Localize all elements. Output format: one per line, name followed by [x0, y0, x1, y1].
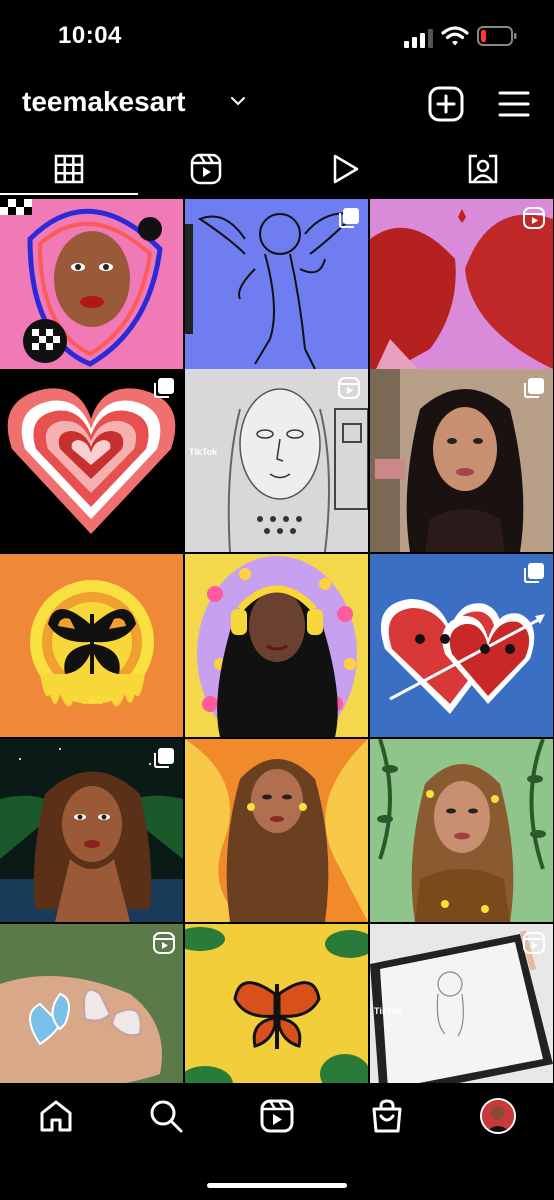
artwork-woman-long-hair — [185, 739, 368, 922]
battery-icon — [477, 26, 517, 46]
shop-icon[interactable] — [369, 1098, 405, 1134]
carousel-icon — [154, 748, 174, 768]
post-thumbnail[interactable] — [0, 739, 183, 922]
grid-icon[interactable] — [52, 152, 86, 186]
reels-icon — [153, 932, 175, 954]
post-thumbnail[interactable] — [185, 739, 368, 922]
signal-icon — [404, 29, 433, 48]
artwork-woman-vines — [370, 739, 553, 922]
tagged-icon[interactable] — [466, 152, 500, 186]
account-switcher[interactable]: teemakesart — [22, 86, 185, 118]
avatar-image — [482, 1100, 514, 1132]
post-thumbnail[interactable] — [370, 369, 553, 552]
post-thumbnail[interactable] — [185, 924, 368, 1083]
carousel-icon — [154, 378, 174, 398]
reels-icon — [523, 932, 545, 954]
profile-avatar[interactable] — [480, 1098, 516, 1134]
reels-icon — [523, 207, 545, 229]
video-play-icon[interactable] — [328, 152, 362, 186]
artwork-monarch-butterfly — [185, 924, 368, 1083]
wifi-icon — [441, 26, 469, 46]
home-indicator — [207, 1183, 347, 1188]
artwork-butterfly-sun — [0, 554, 183, 737]
post-thumbnail[interactable] — [0, 554, 183, 737]
tiktok-watermark: TikTok — [374, 1006, 403, 1016]
tiktok-watermark: TikTok — [189, 447, 218, 457]
home-icon[interactable] — [38, 1098, 74, 1134]
post-thumbnail[interactable] — [185, 199, 368, 382]
active-tab-indicator — [0, 193, 138, 195]
carousel-icon — [524, 563, 544, 583]
post-thumbnail[interactable] — [370, 554, 553, 737]
reels-icon[interactable] — [189, 152, 223, 186]
post-grid: TikTok TikTok — [0, 199, 554, 1083]
post-thumbnail[interactable] — [370, 739, 553, 922]
post-thumbnail[interactable] — [0, 369, 183, 552]
status-bar: 10:04 — [0, 0, 554, 78]
post-thumbnail[interactable]: TikTok — [185, 369, 368, 552]
carousel-icon — [339, 208, 359, 228]
carousel-icon — [524, 378, 544, 398]
post-thumbnail[interactable] — [185, 554, 368, 737]
new-post-icon[interactable] — [428, 86, 464, 122]
post-thumbnail[interactable] — [0, 199, 183, 382]
reels-icon[interactable] — [259, 1098, 295, 1134]
chevron-down-icon[interactable] — [229, 94, 247, 108]
post-thumbnail[interactable] — [370, 199, 553, 382]
menu-icon[interactable] — [498, 90, 530, 118]
artwork-woman-checkers — [0, 199, 183, 382]
status-time: 10:04 — [58, 22, 122, 49]
search-icon[interactable] — [148, 1098, 184, 1134]
post-thumbnail[interactable] — [0, 924, 183, 1083]
reels-icon — [338, 377, 360, 399]
post-thumbnail[interactable]: TikTok — [370, 924, 553, 1083]
artwork-girl-headphones — [185, 554, 368, 737]
